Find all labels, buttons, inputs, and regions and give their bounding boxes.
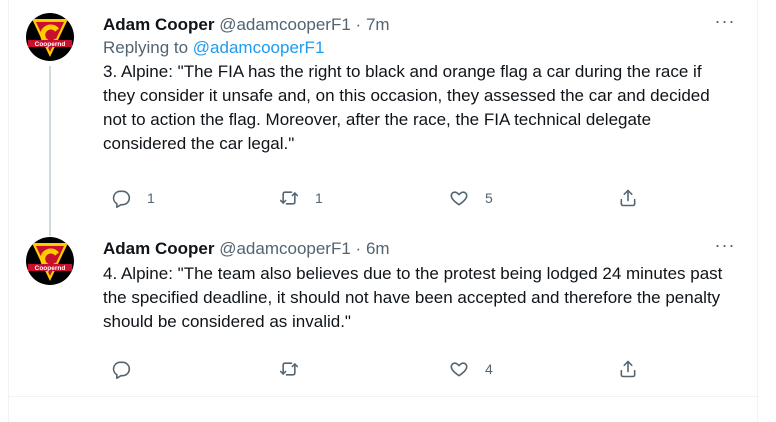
like-count: 5 (485, 190, 493, 206)
tweet-header: Adam Cooper @adamcooperF1 · 6m (103, 238, 737, 260)
like-button[interactable]: 5 (449, 186, 493, 210)
like-button[interactable]: 4 (449, 357, 493, 381)
reply-button[interactable]: 1 (111, 186, 155, 210)
author-handle[interactable]: @adamcooperF1 (219, 15, 351, 34)
timestamp[interactable]: 6m (366, 239, 390, 258)
tweet[interactable]: Coopernd Adam Cooper @adamcooperF1 · 7m … (9, 0, 757, 236)
avatar-image: Coopernd (26, 13, 74, 61)
reply-count: 1 (147, 190, 155, 206)
share-icon (620, 360, 636, 378)
tweet[interactable]: Coopernd Adam Cooper @adamcooperF1 · 6m … (9, 226, 757, 397)
avatar[interactable]: Coopernd (26, 13, 74, 61)
avatar-image: Coopernd (26, 237, 74, 285)
replying-to: Replying to @adamcooperF1 (103, 36, 737, 60)
share-button[interactable] (618, 357, 638, 381)
thread-connector (49, 66, 51, 236)
separator: · (355, 239, 362, 258)
action-bar: 4 (103, 357, 643, 381)
retweet-icon (279, 362, 299, 376)
author-name[interactable]: Adam Cooper (103, 239, 214, 258)
retweet-button[interactable] (279, 357, 315, 381)
like-icon (450, 191, 468, 206)
avatar[interactable]: Coopernd (26, 237, 74, 285)
retweet-icon (279, 191, 299, 205)
timestamp[interactable]: 7m (366, 15, 390, 34)
author-name[interactable]: Adam Cooper (103, 15, 214, 34)
avatar-logo-text: Coopernd (35, 41, 66, 48)
tweet-header: Adam Cooper @adamcooperF1 · 7m (103, 14, 737, 36)
reply-icon (112, 190, 131, 208)
tweet-text: 3. Alpine: "The FIA has the right to bla… (103, 62, 710, 153)
like-count: 4 (485, 361, 493, 377)
more-icon[interactable]: ··· (713, 12, 737, 36)
share-icon (620, 189, 636, 207)
author-handle[interactable]: @adamcooperF1 (219, 239, 351, 258)
replying-to-label: Replying to (103, 38, 189, 57)
share-button[interactable] (618, 186, 638, 210)
like-icon (450, 362, 468, 377)
more-icon[interactable]: ··· (713, 236, 737, 260)
tweet-text: 4. Alpine: "The team also believes due t… (103, 264, 723, 331)
reply-button[interactable] (111, 357, 147, 381)
tweet-content: Adam Cooper @adamcooperF1 · 6m ··· 4. Al… (103, 236, 737, 334)
tweet-content: Adam Cooper @adamcooperF1 · 7m ··· Reply… (103, 12, 737, 156)
separator: · (355, 15, 362, 34)
retweet-count: 1 (315, 190, 323, 206)
timeline: Coopernd Adam Cooper @adamcooperF1 · 7m … (8, 0, 758, 422)
reply-icon (112, 361, 131, 379)
retweet-button[interactable]: 1 (279, 186, 323, 210)
action-bar: 1 1 5 (103, 186, 643, 210)
replying-to-link[interactable]: @adamcooperF1 (193, 38, 325, 57)
avatar-logo-text: Coopernd (35, 265, 66, 272)
